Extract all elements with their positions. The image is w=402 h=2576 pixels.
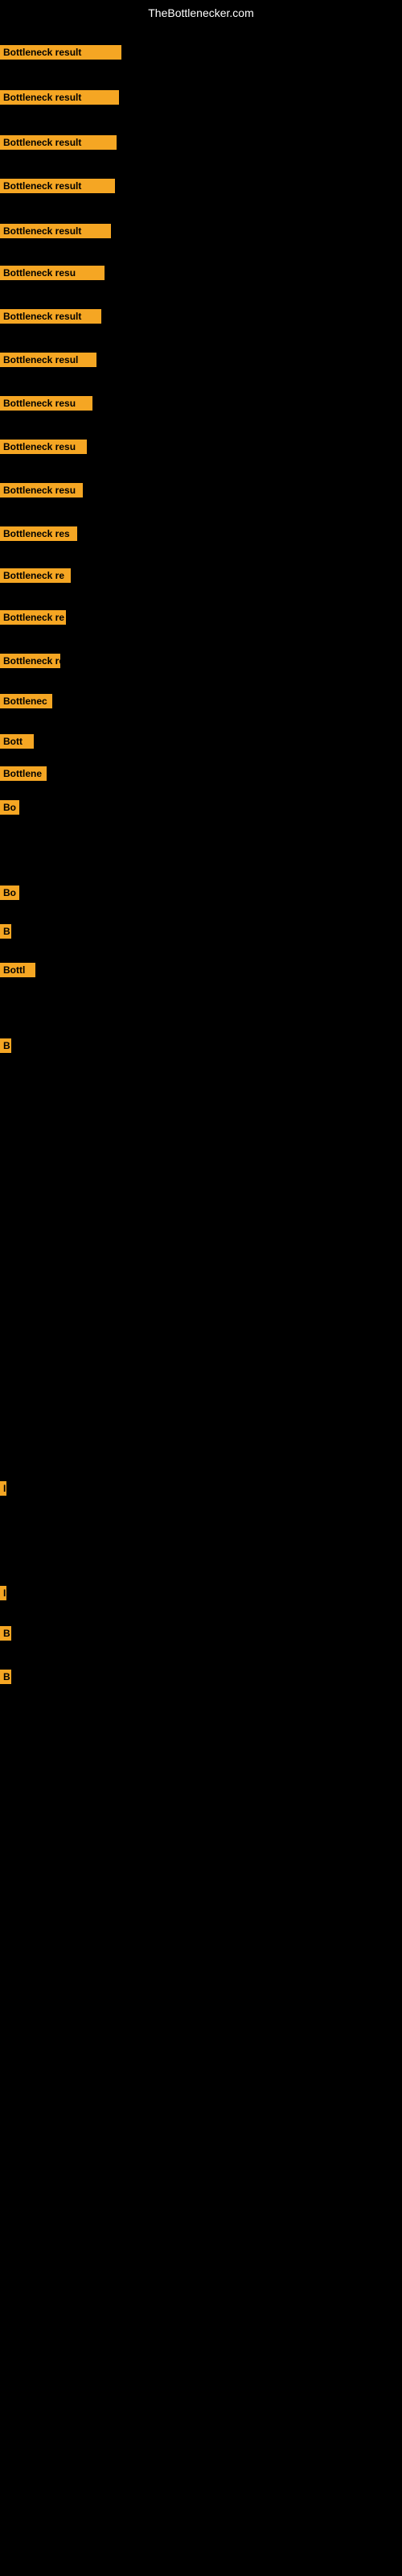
- bottleneck-badge-b22: Bottl: [0, 963, 35, 977]
- bottleneck-badge-b1: Bottleneck result: [0, 45, 121, 60]
- bottleneck-badge-b19: Bo: [0, 800, 19, 815]
- bottleneck-badge-b2: Bottleneck result: [0, 90, 119, 105]
- bottleneck-badge-b14: Bottleneck re: [0, 610, 66, 625]
- bottleneck-badge-b7: Bottleneck result: [0, 309, 101, 324]
- site-title: TheBottlenecker.com: [0, 6, 402, 19]
- bottleneck-badge-b18: Bottlene: [0, 766, 47, 781]
- bottleneck-badge-b17: Bott: [0, 734, 34, 749]
- bottleneck-badge-b16: Bottlenec: [0, 694, 52, 708]
- bottleneck-badge-b10: Bottleneck resu: [0, 440, 87, 454]
- bottleneck-badge-b27: B: [0, 1670, 11, 1684]
- bottleneck-badge-b26: B: [0, 1626, 11, 1641]
- bottleneck-badge-b5: Bottleneck result: [0, 224, 111, 238]
- bottleneck-badge-b15: Bottleneck re: [0, 654, 60, 668]
- bottleneck-badge-b25: I: [0, 1586, 6, 1600]
- bottleneck-badge-b20: Bo: [0, 886, 19, 900]
- bottleneck-badge-b6: Bottleneck resu: [0, 266, 105, 280]
- bottleneck-badge-b13: Bottleneck re: [0, 568, 71, 583]
- bottleneck-badge-b3: Bottleneck result: [0, 135, 117, 150]
- bottleneck-badge-b8: Bottleneck resul: [0, 353, 96, 367]
- bottleneck-badge-b9: Bottleneck resu: [0, 396, 92, 411]
- bottleneck-badge-b24: I: [0, 1481, 6, 1496]
- bottleneck-badge-b12: Bottleneck res: [0, 526, 77, 541]
- bottleneck-badge-b4: Bottleneck result: [0, 179, 115, 193]
- bottleneck-badge-b23: B: [0, 1038, 11, 1053]
- bottleneck-badge-b11: Bottleneck resu: [0, 483, 83, 497]
- bottleneck-badge-b21: B: [0, 924, 11, 939]
